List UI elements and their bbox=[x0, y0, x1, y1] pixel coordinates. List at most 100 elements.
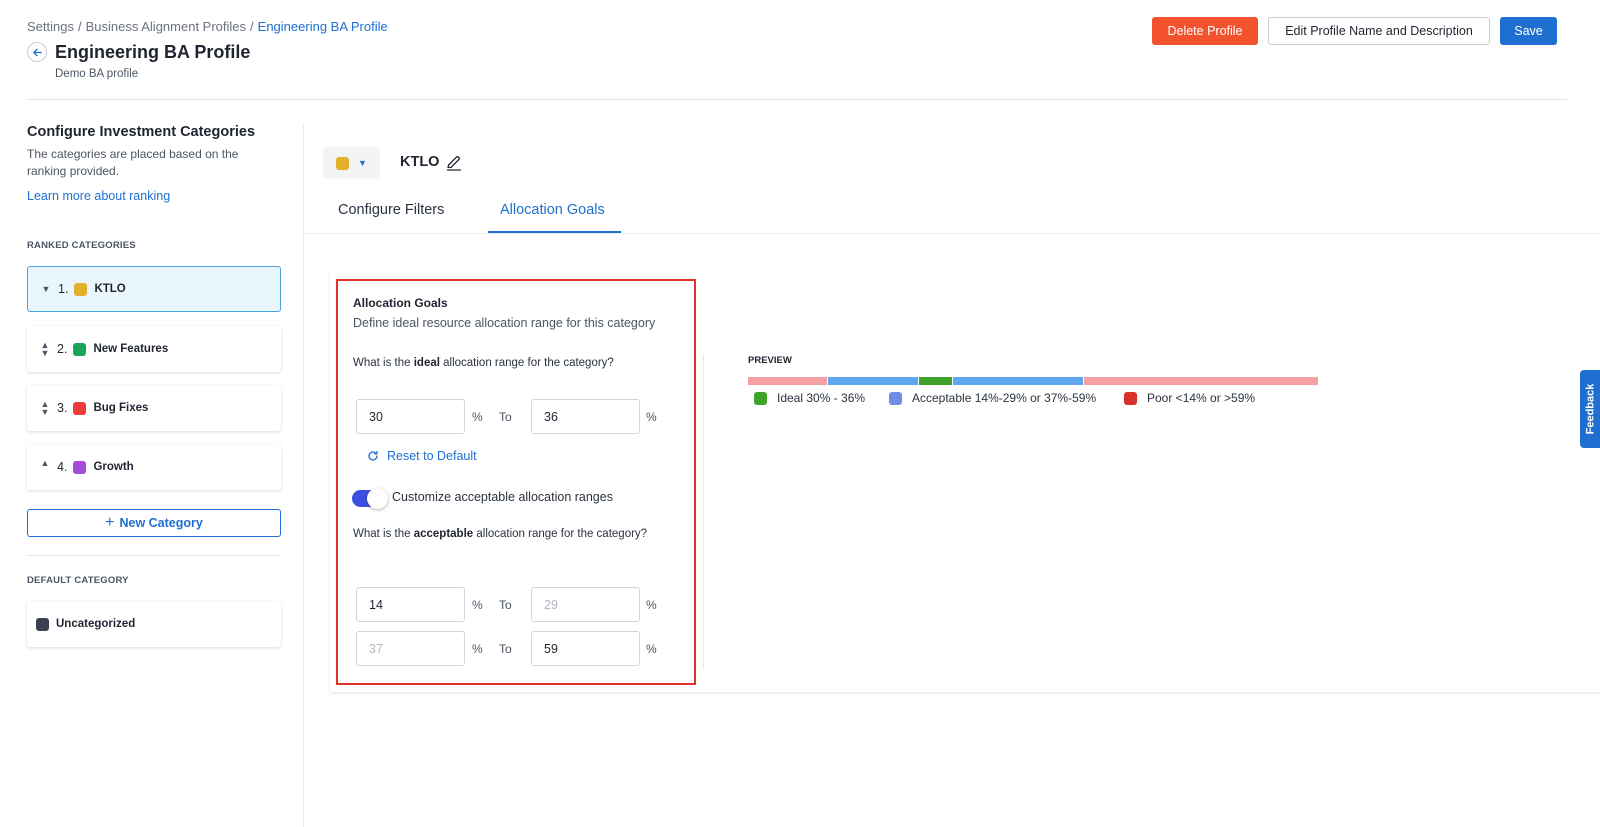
percent-label: % bbox=[472, 410, 483, 424]
feedback-tab[interactable]: Feedback bbox=[1580, 370, 1600, 448]
plus-icon: + bbox=[105, 514, 115, 531]
category-label: Bug Fixes bbox=[93, 402, 149, 414]
category-label: KTLO bbox=[94, 283, 126, 295]
default-category-label: DEFAULT CATEGORY bbox=[27, 575, 129, 586]
categories-panel-description: The categories are placed based on the r… bbox=[27, 147, 239, 178]
sidebar-divider bbox=[27, 555, 281, 556]
percent-label: % bbox=[646, 642, 657, 656]
acceptable-low-min-input[interactable] bbox=[356, 587, 465, 622]
tabs-divider bbox=[304, 233, 1600, 234]
allocation-goals-description: Define ideal resource allocation range f… bbox=[353, 316, 656, 330]
save-button[interactable]: Save bbox=[1500, 17, 1557, 45]
acceptable-low-max-input[interactable] bbox=[531, 587, 640, 622]
legend-acceptable-label: Acceptable 14%-29% or 37%-59% bbox=[912, 391, 1097, 405]
category-item-ktlo[interactable]: ▼ 1. KTLO bbox=[27, 266, 281, 312]
new-category-label: New Category bbox=[119, 516, 203, 530]
customize-ranges-label: Customize acceptable allocation ranges bbox=[392, 490, 613, 504]
legend-ideal-label: Ideal 30% - 36% bbox=[777, 391, 866, 405]
category-color-swatch bbox=[74, 282, 88, 296]
ideal-min-input[interactable] bbox=[356, 399, 465, 434]
ideal-range-question: What is the ideal allocation range for t… bbox=[353, 357, 614, 369]
customize-ranges-toggle[interactable] bbox=[352, 488, 388, 509]
legend-poor: Poor <14% or >59% bbox=[1124, 391, 1255, 405]
feedback-label: Feedback bbox=[1584, 383, 1596, 435]
acceptable-range-question: What is the acceptable allocation range … bbox=[353, 528, 648, 540]
acceptable-high-max-input[interactable] bbox=[531, 631, 640, 666]
category-color-picker[interactable]: ▼ bbox=[323, 147, 380, 179]
breadcrumb: Settings / Business Alignment Profiles / Eng… bbox=[27, 19, 388, 34]
to-label: To bbox=[499, 642, 512, 656]
collapse-down-icon[interactable]: ▼ bbox=[40, 285, 52, 294]
preview-label: PREVIEW bbox=[748, 355, 792, 366]
ideal-max-input[interactable] bbox=[531, 399, 640, 434]
tab-allocation-goals[interactable]: Allocation Goals bbox=[500, 202, 605, 218]
learn-more-ranking-link[interactable]: Learn more about ranking bbox=[27, 189, 281, 203]
selected-color-swatch bbox=[336, 156, 349, 170]
category-label: New Features bbox=[93, 343, 169, 355]
edit-profile-button[interactable]: Edit Profile Name and Description bbox=[1268, 17, 1490, 45]
category-color-swatch bbox=[36, 617, 49, 631]
legend-poor-label: Poor <14% or >59% bbox=[1147, 391, 1256, 405]
breadcrumb-separator: / bbox=[250, 19, 254, 34]
breadcrumb-current: Engineering BA Profile bbox=[257, 19, 388, 34]
breadcrumb-ba-profiles[interactable]: Business Alignment Profiles bbox=[86, 19, 246, 34]
category-rank: 3. bbox=[57, 401, 68, 415]
back-button[interactable] bbox=[27, 42, 47, 62]
category-color-swatch bbox=[73, 401, 87, 415]
ranked-categories-label: RANKED CATEGORIES bbox=[27, 240, 136, 251]
preview-segment-poor bbox=[748, 377, 827, 385]
to-label: To bbox=[499, 598, 512, 612]
reorder-handle-icon[interactable]: ▲ ▼ bbox=[39, 341, 51, 358]
legend-swatch-acceptable bbox=[889, 391, 902, 405]
category-label: Uncategorized bbox=[56, 618, 136, 630]
reset-to-default-label: Reset to Default bbox=[387, 449, 477, 463]
to-label: To bbox=[499, 410, 512, 424]
preview-segment-ideal bbox=[919, 377, 952, 385]
refresh-icon bbox=[368, 450, 378, 461]
preview-range-bar bbox=[748, 377, 1318, 385]
move-up-icon[interactable]: ▲ bbox=[39, 459, 51, 475]
page-subtitle: Demo BA profile bbox=[55, 68, 139, 80]
caret-down-icon: ▼ bbox=[358, 158, 367, 168]
category-name: KTLO bbox=[400, 154, 440, 170]
reorder-handle-icon[interactable]: ▲ ▼ bbox=[39, 400, 51, 417]
preview-segment-acceptable bbox=[828, 377, 918, 385]
category-label: Growth bbox=[93, 461, 134, 473]
category-item-new-features[interactable]: ▲ ▼ 2. New Features bbox=[27, 326, 281, 372]
percent-label: % bbox=[472, 598, 483, 612]
percent-label: % bbox=[646, 598, 657, 612]
allocation-goals-title: Allocation Goals bbox=[353, 296, 448, 310]
category-item-growth[interactable]: ▲ 4. Growth bbox=[27, 444, 281, 490]
percent-label: % bbox=[472, 642, 483, 656]
legend-acceptable: Acceptable 14%-29% or 37%-59% bbox=[889, 391, 1096, 405]
panel-divider bbox=[303, 124, 304, 827]
delete-profile-button[interactable]: Delete Profile bbox=[1152, 17, 1258, 45]
new-category-button[interactable]: + New Category bbox=[27, 509, 281, 537]
legend-swatch-ideal bbox=[754, 391, 767, 405]
reset-to-default-link[interactable]: Reset to Default bbox=[367, 449, 477, 463]
categories-panel: Configure Investment Categories The cate… bbox=[27, 124, 281, 203]
tab-configure-filters[interactable]: Configure Filters bbox=[338, 202, 444, 218]
card-divider bbox=[703, 354, 704, 669]
category-color-swatch bbox=[73, 460, 87, 474]
page-title: Engineering BA Profile bbox=[55, 42, 251, 62]
category-item-bug-fixes[interactable]: ▲ ▼ 3. Bug Fixes bbox=[27, 385, 281, 431]
category-color-swatch bbox=[73, 342, 87, 356]
categories-panel-title: Configure Investment Categories bbox=[27, 124, 256, 140]
percent-label: % bbox=[646, 410, 657, 424]
header-divider bbox=[27, 99, 1567, 100]
pencil-icon[interactable] bbox=[445, 154, 463, 172]
legend-ideal: Ideal 30% - 36% bbox=[754, 391, 865, 405]
acceptable-high-min-input[interactable] bbox=[356, 631, 465, 666]
category-rank: 4. bbox=[57, 460, 68, 474]
breadcrumb-separator: / bbox=[77, 19, 82, 34]
toggle-knob bbox=[367, 488, 388, 509]
preview-segment-acceptable bbox=[953, 377, 1083, 385]
preview-segment-poor bbox=[1084, 377, 1318, 385]
breadcrumb-settings[interactable]: Settings bbox=[27, 19, 74, 34]
category-rank: 1. bbox=[58, 282, 69, 296]
legend-swatch-poor bbox=[1124, 391, 1137, 405]
category-item-uncategorized[interactable]: Uncategorized bbox=[27, 601, 281, 647]
category-rank: 2. bbox=[57, 342, 68, 356]
arrow-left-icon bbox=[32, 48, 42, 56]
